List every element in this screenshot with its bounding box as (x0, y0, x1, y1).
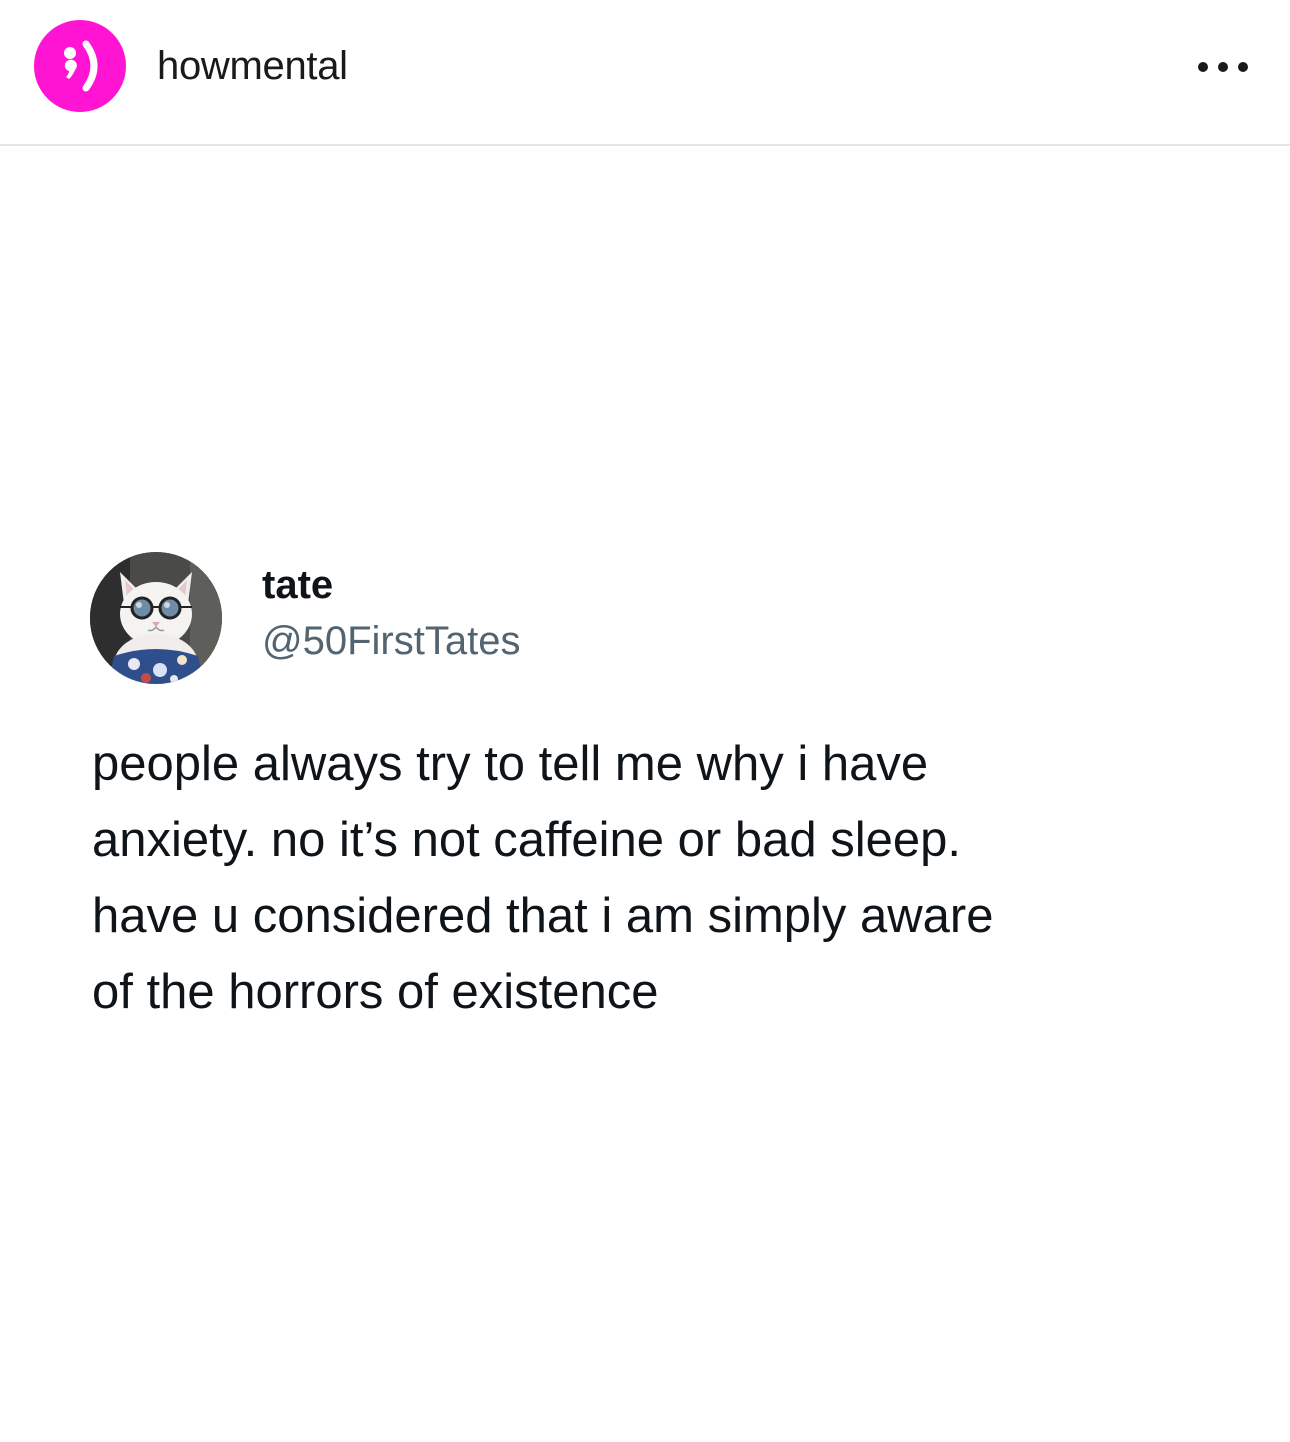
cat-with-sunglasses-icon (90, 552, 222, 684)
tweet-text: people always try to tell me why i have … (92, 726, 1252, 1030)
account-name[interactable]: howmental (157, 42, 348, 90)
tweet-display-name: tate (262, 563, 334, 607)
tweet-avatar (90, 552, 222, 684)
instagram-post: howmental tate @50FirstTates people alwa… (0, 0, 1290, 1442)
more-options-icon[interactable] (1196, 58, 1250, 78)
tweet-text-line: anxiety. no it’s not caffeine or bad sle… (92, 813, 961, 867)
tweet-text-line: have u considered that i am simply aware (92, 889, 994, 943)
tweet-text-line: people always try to tell me why i have (92, 737, 929, 791)
tweet-handle: @50FirstTates (262, 619, 521, 663)
post-header: howmental (0, 0, 1290, 146)
tweet-text-line: of the horrors of existence (92, 965, 659, 1019)
semicolon-smiley-icon (64, 40, 98, 92)
account-avatar[interactable] (34, 20, 126, 112)
